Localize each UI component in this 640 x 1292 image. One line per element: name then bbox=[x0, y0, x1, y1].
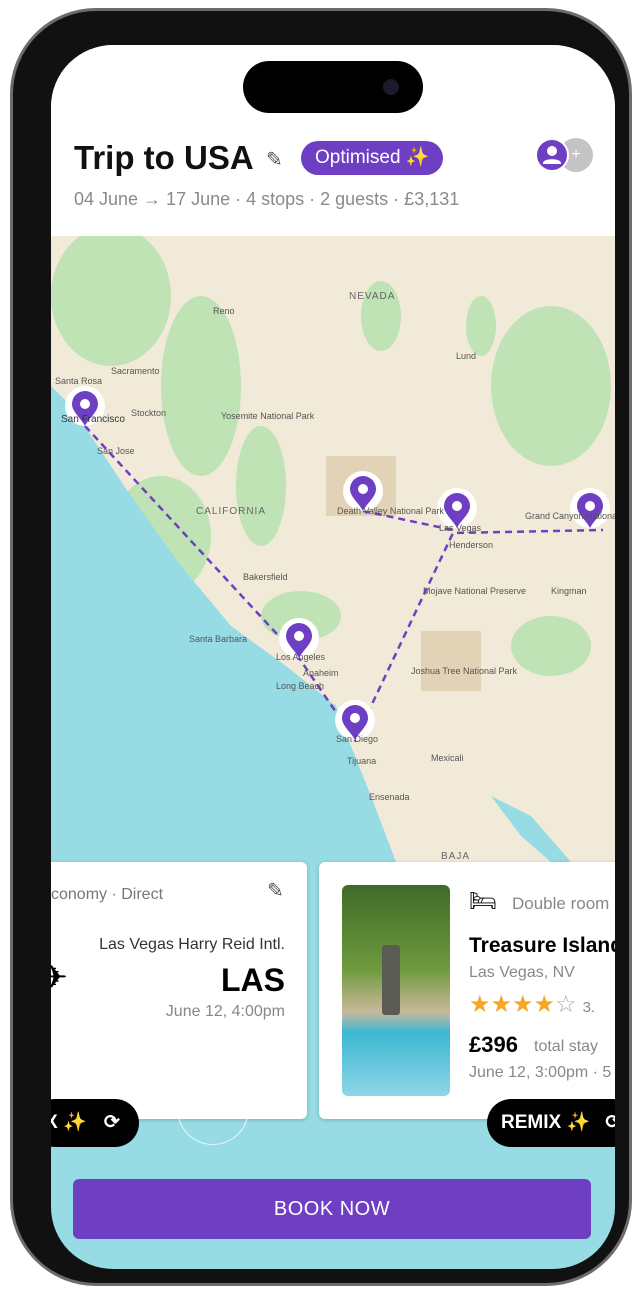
map-label-san-francisco: San Francisco bbox=[61, 414, 125, 425]
price-note: total stay bbox=[534, 1038, 599, 1055]
star-icon: ★ bbox=[512, 991, 534, 1018]
dynamic-island bbox=[243, 61, 423, 113]
user-icon bbox=[543, 146, 561, 164]
hotel-name: Treasure Island bbox=[469, 934, 615, 957]
plane-icon: ✈ bbox=[51, 959, 68, 995]
map-label: Lund bbox=[456, 351, 477, 361]
hotel-photo bbox=[342, 885, 450, 1096]
map-label: Yosemite National Park bbox=[221, 411, 315, 421]
map-label: Santa Rosa bbox=[55, 376, 103, 386]
map-label: Santa Barbara bbox=[189, 634, 248, 644]
map-label: Las Vegas bbox=[439, 523, 482, 533]
map-label: Reno bbox=[213, 306, 235, 316]
map-label: CALIFORNIA bbox=[196, 506, 267, 517]
edit-title-pencil-icon[interactable]: ✎ bbox=[266, 147, 283, 172]
map-label: Mojave National Preserve bbox=[423, 586, 527, 596]
book-now-button[interactable]: BOOK NOW bbox=[73, 1179, 591, 1239]
map-label: Ensenada bbox=[369, 792, 410, 802]
airport-name: Las Vegas Harry Reid Intl. bbox=[99, 936, 285, 953]
map-label: Long Beach bbox=[276, 681, 325, 691]
flight-card[interactable]: conomy · Direct ✎ Las Vegas Harry Reid I… bbox=[51, 862, 307, 1119]
map-label: San Diego bbox=[336, 734, 379, 744]
star-icon: ★ bbox=[490, 991, 513, 1018]
remix-label: X ✨ bbox=[51, 1112, 87, 1133]
map-pin-grand-canyon[interactable] bbox=[570, 488, 610, 528]
star-icon: ★ bbox=[533, 991, 556, 1018]
map-label: Tijuana bbox=[347, 756, 377, 766]
bed-icon: 🛏 bbox=[469, 888, 497, 913]
refresh-icon: ⟳ bbox=[605, 1112, 615, 1133]
airport-code: LAS bbox=[221, 962, 285, 998]
map-label: Bakersfield bbox=[243, 572, 288, 582]
star-icon: ☆ bbox=[555, 991, 577, 1018]
room-type: Double room bbox=[512, 894, 610, 913]
optimised-badge[interactable]: Optimised ✨ bbox=[301, 141, 444, 175]
rating-value: 3. bbox=[582, 999, 596, 1016]
star-rating: ★★★★☆ 3. bbox=[469, 990, 595, 1019]
map-label: Joshua Tree National Park bbox=[411, 666, 518, 676]
flight-remix-button[interactable]: X ✨ ⟳ bbox=[51, 1099, 139, 1147]
trip-summary: 04 June → 17 June · 4 stops · 2 guests ·… bbox=[74, 189, 460, 209]
map-canvas bbox=[51, 236, 611, 862]
trip-map[interactable]: NEVADA CALIFORNIA BAJA Sacramento Reno San Jo… bbox=[51, 236, 615, 862]
map-label: Stockton bbox=[131, 408, 167, 418]
refresh-icon: ⟳ bbox=[103, 1112, 120, 1133]
avatar[interactable] bbox=[535, 138, 569, 172]
hotel-card[interactable]: 🛏 Double room Treasure Island Las Vegas,… bbox=[319, 862, 615, 1119]
checkin-time: June 12, 3:00pm · 5 bbox=[469, 1064, 612, 1081]
remix-label: REMIX ✨ bbox=[501, 1112, 591, 1133]
map-label: Kingman bbox=[551, 586, 587, 596]
map-label: Anaheim bbox=[303, 668, 339, 678]
hotel-remix-button[interactable]: REMIX ✨ ⟳ bbox=[487, 1099, 615, 1147]
map-label: Mexicali bbox=[431, 753, 464, 763]
star-icon: ★ bbox=[469, 991, 491, 1018]
map-label: Henderson bbox=[449, 540, 494, 550]
map-label: Sacramento bbox=[111, 366, 160, 376]
map-label: Los Angeles bbox=[276, 652, 326, 662]
phone-frame: Trip to USA ✎ Optimised ✨ + 04 June → 17… bbox=[10, 8, 632, 1286]
page-title: Trip to USA bbox=[74, 139, 254, 176]
map-label: Grand Canyon National Park bbox=[525, 511, 615, 521]
map-label: San Jose bbox=[97, 446, 135, 456]
hotel-price: £396 bbox=[469, 1032, 518, 1057]
map-pin-death-valley[interactable] bbox=[343, 471, 383, 511]
carousel-indicator bbox=[177, 1107, 249, 1145]
edit-pencil-icon[interactable]: ✎ bbox=[267, 878, 284, 903]
map-label: Death Valley National Park bbox=[337, 506, 444, 516]
flight-class: conomy · Direct bbox=[51, 886, 164, 903]
screen: Trip to USA ✎ Optimised ✨ + 04 June → 17… bbox=[51, 45, 615, 1269]
hotel-location: Las Vegas, NV bbox=[469, 964, 575, 981]
arrival-time: June 12, 4:00pm bbox=[165, 1003, 285, 1020]
map-label: NEVADA bbox=[349, 291, 396, 302]
map-label: BAJA bbox=[441, 851, 471, 862]
